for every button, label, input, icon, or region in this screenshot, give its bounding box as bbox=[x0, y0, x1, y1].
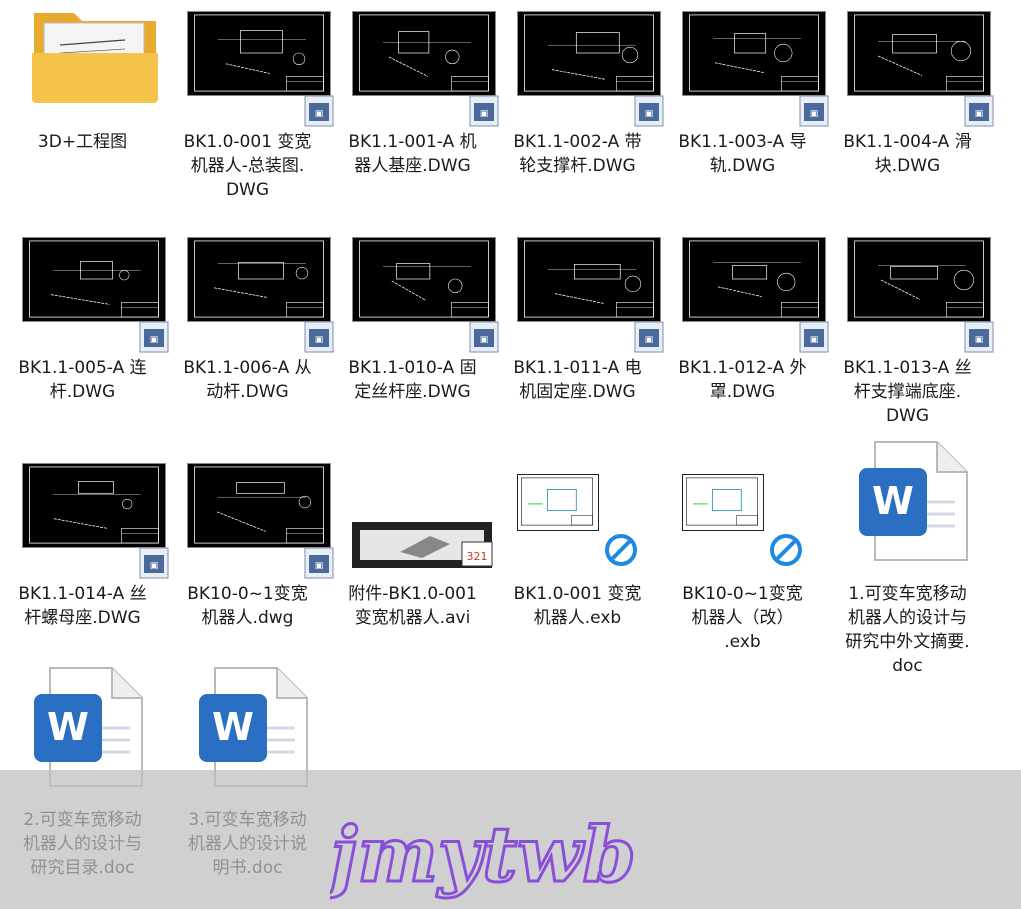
exb-file-icon bbox=[770, 534, 802, 566]
file-item[interactable]: ▣ BK1.1-010-A 固 定丝杆座.DWG bbox=[330, 226, 499, 451]
exb-drawing-thumbnail bbox=[517, 474, 599, 531]
file-item[interactable]: 321 附件-BK1.0-001 变宽机器人.avi bbox=[330, 452, 495, 677]
video-film-strip-icon: 321 bbox=[352, 522, 493, 568]
exb-file-icon bbox=[605, 534, 637, 566]
cad-drawing-thumbnail: ▣ bbox=[352, 237, 499, 353]
cad-drawing-thumbnail: ▣ bbox=[517, 11, 664, 127]
file-name: BK1.1-011-A 电 机固定座.DWG bbox=[513, 358, 642, 402]
cad-drawing-thumbnail: ▣ bbox=[22, 237, 169, 353]
file-name: BK1.1-004-A 滑 块.DWG bbox=[843, 132, 972, 176]
svg-text:W: W bbox=[47, 705, 89, 749]
file-item[interactable]: ▣ BK1.1-003-A 导 轨.DWG bbox=[660, 0, 829, 225]
file-item[interactable]: ▣ BK1.1-005-A 连 杆.DWG bbox=[0, 226, 169, 451]
file-item[interactable]: BK1.0-001 变宽 机器人.exb bbox=[495, 452, 660, 677]
svg-text:▣: ▣ bbox=[810, 109, 819, 119]
file-item[interactable]: ▣ BK10-0~1变宽 机器人.dwg bbox=[165, 452, 334, 677]
file-item[interactable]: ▣ BK1.1-002-A 带 轮支撑杆.DWG bbox=[495, 0, 664, 225]
svg-text:▣: ▣ bbox=[150, 561, 159, 571]
file-item[interactable]: ▣ BK1.1-004-A 滑 块.DWG bbox=[825, 0, 994, 225]
file-name: BK10-0~1变宽 机器人（改） .exb bbox=[682, 584, 803, 652]
svg-text:▣: ▣ bbox=[315, 561, 324, 571]
word-document-icon: W bbox=[859, 441, 968, 561]
file-item[interactable]: ▣ BK1.1-011-A 电 机固定座.DWG bbox=[495, 226, 664, 451]
file-name: BK1.0-001 变宽 机器人-总装图. DWG bbox=[183, 132, 312, 200]
file-name: 3D+工程图 bbox=[37, 132, 128, 152]
cad-drawing-thumbnail: ▣ bbox=[187, 463, 334, 579]
svg-text:▣: ▣ bbox=[480, 109, 489, 119]
svg-text:▣: ▣ bbox=[645, 335, 654, 345]
svg-text:W: W bbox=[872, 479, 914, 523]
file-name: BK1.1-003-A 导 轨.DWG bbox=[678, 132, 807, 176]
321-badge: 321 bbox=[467, 550, 488, 563]
cad-drawing-thumbnail: ▣ bbox=[22, 463, 169, 579]
file-name: BK1.1-001-A 机 器人基座.DWG bbox=[348, 132, 477, 176]
watermark-logo: jmytwb bbox=[330, 809, 637, 901]
svg-text:▣: ▣ bbox=[315, 109, 324, 119]
dwg-file-icon: ▣ bbox=[964, 95, 994, 127]
file-name: BK1.1-012-A 外 罩.DWG bbox=[678, 358, 807, 402]
exb-drawing-thumbnail bbox=[682, 474, 764, 531]
cad-drawing-thumbnail: ▣ bbox=[847, 237, 994, 353]
watermark-text: jmytwb bbox=[330, 810, 636, 899]
dwg-file-icon: ▣ bbox=[964, 321, 994, 353]
file-item[interactable]: W 1.可变车宽移动 机器人的设计与 研究中外文摘要. doc bbox=[825, 441, 990, 677]
file-item[interactable]: ▣ BK1.0-001 变宽 机器人-总装图. DWG bbox=[165, 0, 334, 225]
file-name: BK1.1-014-A 丝 杆螺母座.DWG bbox=[18, 584, 147, 628]
cad-drawing-thumbnail: ▣ bbox=[352, 11, 499, 127]
svg-text:W: W bbox=[212, 705, 254, 749]
file-name: 附件-BK1.0-001 变宽机器人.avi bbox=[348, 584, 477, 628]
file-name: BK1.0-001 变宽 机器人.exb bbox=[513, 584, 642, 628]
file-item[interactable]: ▣ BK1.1-012-A 外 罩.DWG bbox=[660, 226, 829, 451]
cad-drawing-thumbnail: ▣ bbox=[682, 11, 829, 127]
file-item[interactable]: ▣ BK1.1-001-A 机 器人基座.DWG bbox=[330, 0, 499, 225]
file-name: BK1.1-002-A 带 轮支撑杆.DWG bbox=[513, 132, 642, 176]
file-item[interactable]: ▣ BK1.1-013-A 丝 杆支撑端底座. DWG bbox=[825, 226, 994, 451]
file-item[interactable]: 3D+工程图 bbox=[0, 0, 165, 225]
cad-drawing-thumbnail: ▣ bbox=[517, 237, 664, 353]
file-name: 1.可变车宽移动 机器人的设计与 研究中外文摘要. doc bbox=[845, 584, 970, 676]
file-item[interactable]: ▣ BK1.1-014-A 丝 杆螺母座.DWG bbox=[0, 452, 169, 677]
svg-text:▣: ▣ bbox=[150, 335, 159, 345]
svg-text:▣: ▣ bbox=[645, 109, 654, 119]
cad-drawing-thumbnail: ▣ bbox=[847, 11, 994, 127]
file-name: BK1.1-010-A 固 定丝杆座.DWG bbox=[348, 358, 477, 402]
file-name: BK1.1-005-A 连 杆.DWG bbox=[18, 358, 147, 402]
file-item[interactable]: BK10-0~1变宽 机器人（改） .exb bbox=[660, 452, 825, 677]
svg-text:▣: ▣ bbox=[975, 109, 984, 119]
svg-text:▣: ▣ bbox=[810, 335, 819, 345]
cad-drawing-thumbnail: ▣ bbox=[187, 11, 334, 127]
file-name: BK1.1-013-A 丝 杆支撑端底座. DWG bbox=[843, 358, 972, 426]
svg-text:▣: ▣ bbox=[480, 335, 489, 345]
folder-icon bbox=[32, 13, 158, 103]
cad-drawing-thumbnail: ▣ bbox=[682, 237, 829, 353]
svg-text:▣: ▣ bbox=[975, 335, 984, 345]
file-name: BK1.1-006-A 从 动杆.DWG bbox=[183, 358, 312, 402]
file-item[interactable]: ▣ BK1.1-006-A 从 动杆.DWG bbox=[165, 226, 334, 451]
svg-text:▣: ▣ bbox=[315, 335, 324, 345]
file-name: BK10-0~1变宽 机器人.dwg bbox=[187, 584, 308, 628]
cad-drawing-thumbnail: ▣ bbox=[187, 237, 334, 353]
